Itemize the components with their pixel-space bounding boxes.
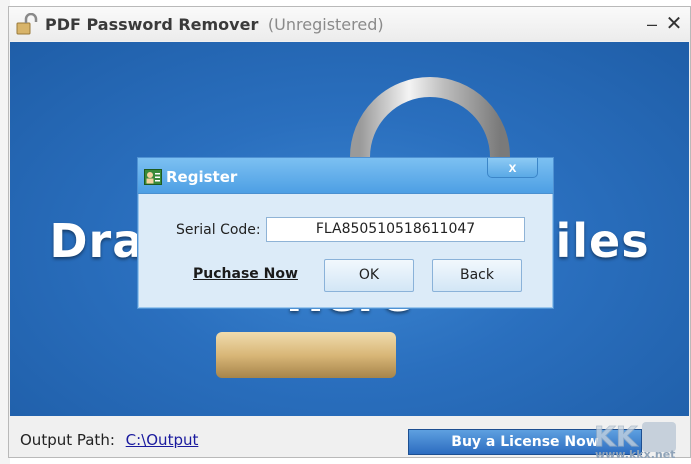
dialog-title: Register <box>166 168 238 186</box>
output-path-label: Output Path: <box>20 431 115 449</box>
back-button[interactable]: Back <box>432 259 522 292</box>
ok-button[interactable]: OK <box>324 259 414 292</box>
register-dialog: Register x Serial Code: FLA8505105186110… <box>137 157 554 309</box>
app-name: PDF Password Remover <box>45 15 259 34</box>
output-path-link[interactable]: C:\Output <box>126 431 199 449</box>
registration-status: (Unregistered) <box>267 15 384 34</box>
watermark-text: www.kkx.net <box>595 448 676 461</box>
close-button[interactable]: ✕ <box>665 14 683 34</box>
dialog-close-button[interactable]: x <box>487 158 538 178</box>
serial-code-input[interactable]: FLA850510518611047 <box>266 217 525 242</box>
serial-code-label: Serial Code: <box>176 222 261 238</box>
output-path-row: Output Path: C:\Output <box>20 431 198 449</box>
lock-icon <box>16 13 38 35</box>
window-title: PDF Password Remover (Unregistered) <box>45 15 384 34</box>
purchase-now-link[interactable]: Puchase Now <box>193 266 298 282</box>
bottom-bar: Output Path: C:\Output Buy a License Now <box>9 417 690 457</box>
user-card-icon <box>144 169 162 185</box>
title-bar: PDF Password Remover (Unregistered) – ✕ <box>9 7 690 41</box>
dialog-title-bar: Register x <box>138 158 553 194</box>
minimize-button[interactable]: – <box>643 15 661 33</box>
